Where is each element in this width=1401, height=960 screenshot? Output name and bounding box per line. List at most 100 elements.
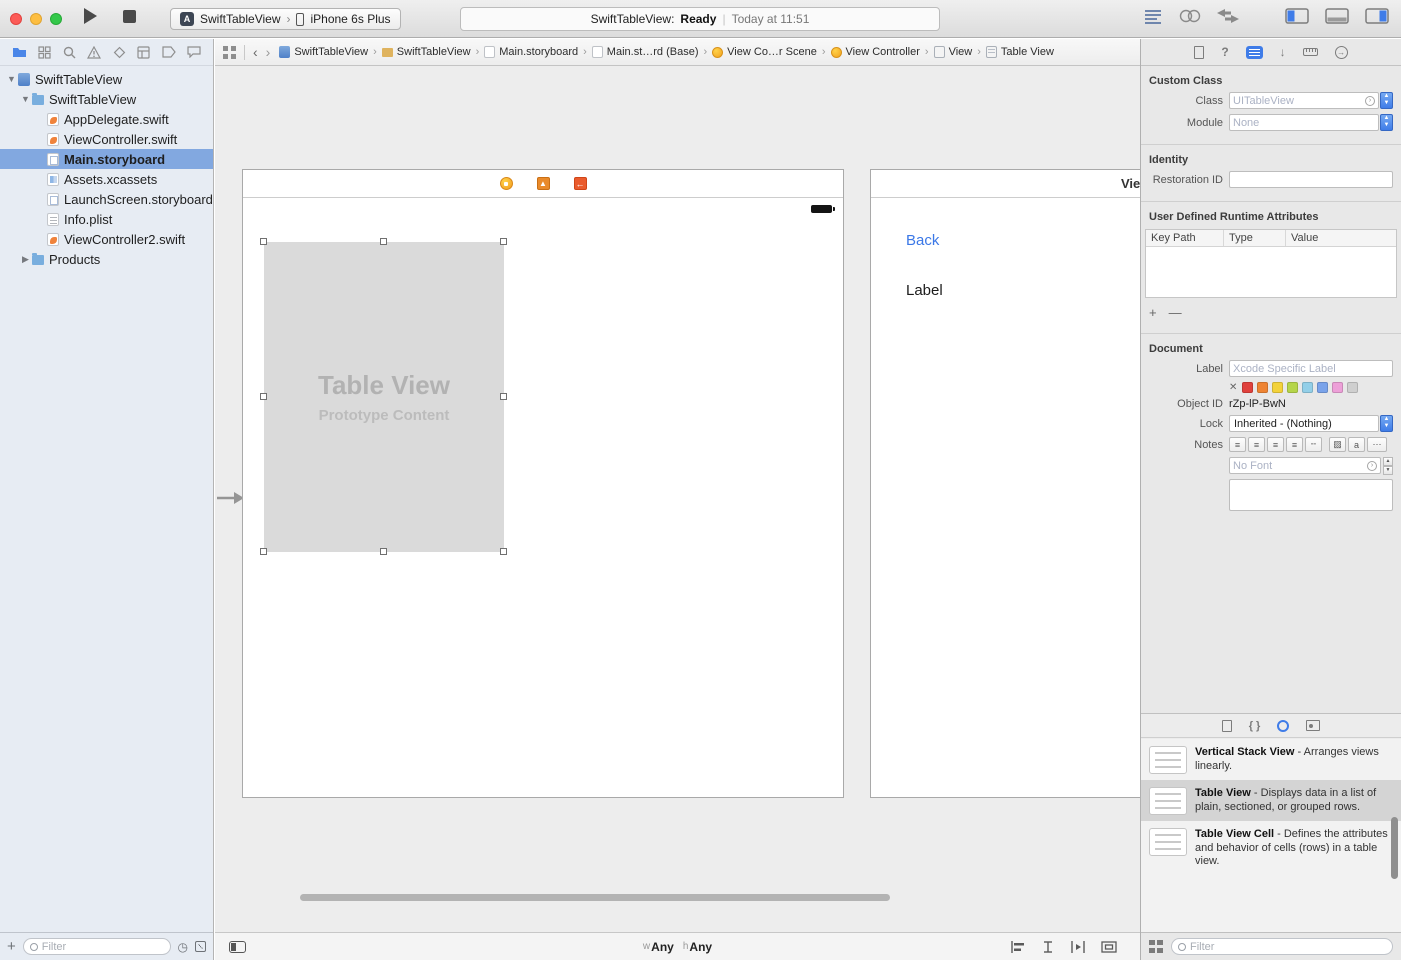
font-input[interactable] <box>1233 460 1367 472</box>
tree-row-file[interactable]: ViewController.swift <box>0 129 213 149</box>
debug-navigator-icon[interactable] <box>137 46 150 59</box>
runtime-attributes-table[interactable]: Key Path Type Value <box>1145 229 1397 298</box>
tree-row-file-selected[interactable]: Main.storyboard <box>0 149 213 169</box>
breadcrumb-scene[interactable]: View Co…r Scene <box>712 46 817 58</box>
color-swatch[interactable] <box>1272 382 1283 393</box>
library-filter-field[interactable] <box>1171 938 1393 955</box>
view-controller-scene[interactable]: ▲ ← Table View Prototype Content <box>242 169 844 798</box>
class-input[interactable] <box>1233 95 1365 107</box>
standard-editor-icon[interactable] <box>1143 8 1163 24</box>
label-object[interactable]: Label <box>906 282 943 299</box>
code-snippet-library-icon[interactable]: { } <box>1249 720 1261 732</box>
resize-handle-mid-right[interactable] <box>500 393 507 400</box>
library-filter-input[interactable] <box>1190 941 1386 953</box>
test-navigator-icon[interactable] <box>113 46 126 59</box>
resize-handle-mid-left[interactable] <box>260 393 267 400</box>
forward-history-icon[interactable]: › <box>266 44 271 60</box>
horizontal-scrollbar[interactable] <box>300 894 890 901</box>
second-view-controller-scene[interactable]: Vie Back Label <box>870 169 1140 798</box>
resize-handle-bottom-center[interactable] <box>380 548 387 555</box>
tree-row-file[interactable]: ViewController2.swift <box>0 229 213 249</box>
report-navigator-icon[interactable] <box>187 46 201 58</box>
recent-files-icon[interactable]: ◷ <box>178 940 188 954</box>
scm-status-filter-icon[interactable] <box>195 941 206 952</box>
symbol-navigator-icon[interactable] <box>38 46 51 59</box>
document-label-input[interactable] <box>1233 363 1389 375</box>
first-responder-dock-icon[interactable]: ▲ <box>537 177 550 190</box>
resize-handle-top-center[interactable] <box>380 238 387 245</box>
library-scrollbar[interactable] <box>1391 817 1398 879</box>
font-size-stepper[interactable]: ▲▼ <box>1383 457 1393 474</box>
quick-help-inspector-icon[interactable]: ? <box>1221 45 1228 59</box>
breadcrumb-storyboard-base[interactable]: Main.st…rd (Base) <box>592 46 699 58</box>
scheme-selector[interactable]: A SwiftTableView › iPhone 6s Plus <box>170 8 401 30</box>
close-window-button[interactable] <box>10 13 22 25</box>
table-view-object[interactable]: Table View Prototype Content <box>264 242 504 552</box>
connections-inspector-icon[interactable]: → <box>1335 46 1348 59</box>
tree-row-project[interactable]: ▼ SwiftTableView <box>0 69 213 89</box>
restoration-id-input[interactable] <box>1233 174 1389 186</box>
breadcrumb-table-view[interactable]: Table View <box>986 46 1054 58</box>
align-center-button[interactable]: ≡ <box>1248 437 1265 452</box>
resize-handle-bottom-right[interactable] <box>500 548 507 555</box>
search-navigator-icon[interactable] <box>63 46 76 59</box>
stop-button[interactable] <box>123 10 136 23</box>
tree-row-file[interactable]: Assets.xcassets <box>0 169 213 189</box>
minimize-window-button[interactable] <box>30 13 42 25</box>
initial-view-controller-arrow[interactable] <box>215 490 245 506</box>
resize-handle-bottom-left[interactable] <box>260 548 267 555</box>
disclosure-open-icon[interactable]: ▼ <box>6 74 17 84</box>
issue-navigator-icon[interactable] <box>87 46 101 59</box>
breadcrumb-view[interactable]: View <box>934 46 973 58</box>
disclosure-open-icon[interactable]: ▼ <box>20 94 31 104</box>
assistant-editor-icon[interactable] <box>1179 9 1201 23</box>
add-attribute-button[interactable]: + <box>1149 305 1157 320</box>
font-picker-icon[interactable]: › <box>1367 461 1377 471</box>
color-swatch[interactable] <box>1302 382 1313 393</box>
back-button-object[interactable]: Back <box>906 232 939 249</box>
module-input[interactable] <box>1233 117 1375 129</box>
file-inspector-icon[interactable] <box>1194 46 1204 59</box>
storyboard-canvas[interactable]: ▲ ← Table View Prototype Content Vie <box>215 66 1140 932</box>
object-library-icon[interactable] <box>1277 720 1289 732</box>
size-inspector-icon[interactable] <box>1303 48 1318 56</box>
back-history-icon[interactable]: ‹ <box>253 44 258 60</box>
module-combo-button[interactable]: ▲▼ <box>1380 114 1393 131</box>
resize-handle-top-left[interactable] <box>260 238 267 245</box>
breadcrumb-group[interactable]: SwiftTableView <box>382 46 471 58</box>
color-swatch[interactable] <box>1242 382 1253 393</box>
color-swatch[interactable] <box>1287 382 1298 393</box>
navigator-filter-field[interactable] <box>23 938 171 955</box>
project-navigator-icon[interactable] <box>12 46 27 58</box>
run-button[interactable] <box>84 8 97 24</box>
library-item-table-view-cell[interactable]: Table View Cell - Defines the attributes… <box>1141 821 1401 875</box>
navigator-filter-input[interactable] <box>42 941 164 953</box>
version-editor-icon[interactable] <box>1217 9 1239 23</box>
related-items-icon[interactable] <box>223 46 236 59</box>
resize-handle-top-right[interactable] <box>500 238 507 245</box>
breakpoint-navigator-icon[interactable] <box>162 46 176 58</box>
view-controller-dock-icon[interactable] <box>500 177 513 190</box>
tree-row-file[interactable]: LaunchScreen.storyboard <box>0 189 213 209</box>
class-combo-button[interactable]: ▲▼ <box>1380 92 1393 109</box>
breadcrumb-view-controller[interactable]: View Controller <box>831 46 920 58</box>
add-file-button[interactable]: + <box>7 939 16 954</box>
no-color-button[interactable]: ✕ <box>1229 382 1237 393</box>
text-style-button[interactable]: a <box>1348 437 1365 452</box>
device-bar-toggle-icon[interactable] <box>229 941 246 953</box>
size-class-control[interactable]: wAny hAny <box>643 933 712 960</box>
zoom-window-button[interactable] <box>50 13 62 25</box>
tree-row-file[interactable]: Info.plist <box>0 209 213 229</box>
lock-dropdown[interactable]: Inherited - (Nothing) <box>1229 415 1379 432</box>
attributes-inspector-icon[interactable]: ↓ <box>1280 45 1286 59</box>
tree-row-group[interactable]: ▼ SwiftTableView <box>0 89 213 109</box>
align-justify-button[interactable]: ≡ <box>1286 437 1303 452</box>
align-right-button[interactable]: ≡ <box>1267 437 1284 452</box>
dashed-style-button[interactable]: ╌ <box>1305 437 1322 452</box>
resolve-autolayout-icon[interactable] <box>1069 940 1087 954</box>
media-library-icon[interactable] <box>1306 720 1320 731</box>
checkbox-style-button[interactable]: ▨ <box>1329 437 1346 452</box>
class-field[interactable]: › <box>1229 92 1379 109</box>
more-format-button[interactable]: ⋯ <box>1367 437 1387 452</box>
file-template-library-icon[interactable] <box>1222 720 1232 732</box>
